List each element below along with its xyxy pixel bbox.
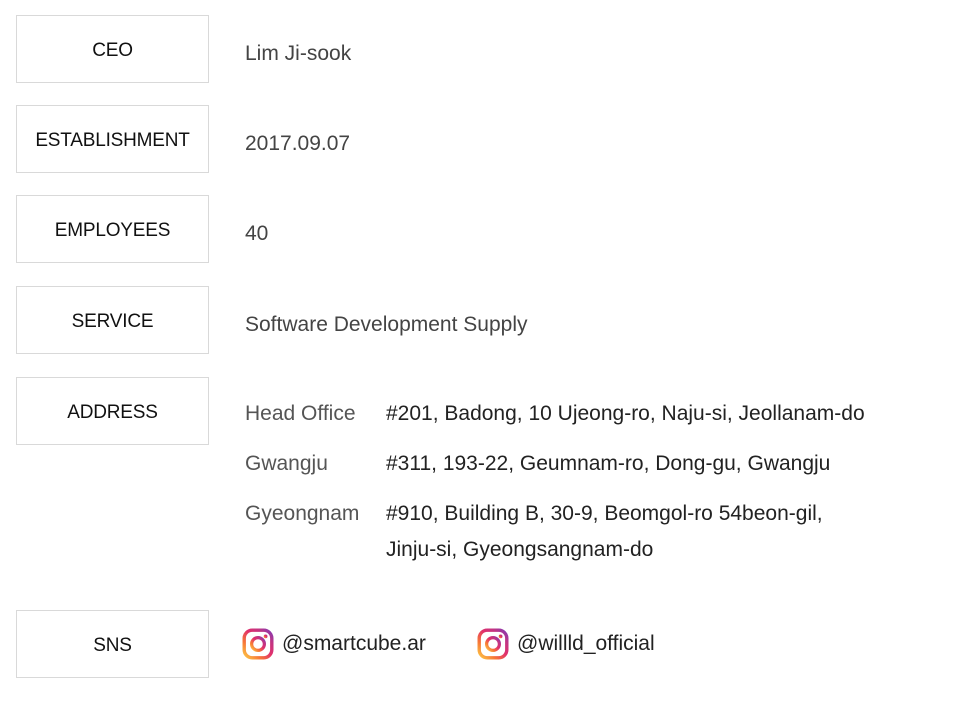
instagram-dot (498, 634, 503, 639)
sns-handle[interactable]: @willld_official (517, 629, 655, 659)
info-row-establishment: ESTABLISHMENT 2017.09.07 (16, 105, 946, 173)
sns-link-willld[interactable]: @willld_official (477, 628, 712, 660)
address-item-head-office: Head Office #201, Badong, 10 Ujeong-ro, … (245, 396, 865, 432)
instagram-lens (250, 636, 267, 653)
address-line: Jinju-si, Gyeongsangnam-do (386, 538, 654, 561)
address-item-gwangju: Gwangju #311, 193-22, Geumnam-ro, Dong-g… (245, 446, 865, 482)
ceo-value: Lim Ji-sook (245, 42, 352, 65)
establishment-label: ESTABLISHMENT (16, 105, 209, 173)
ceo-label: CEO (16, 15, 209, 83)
instagram-dot (263, 634, 268, 639)
info-row-sns: SNS @smartcube.ar @willld_official (16, 610, 946, 678)
info-row-address: ADDRESS Head Office #201, Badong, 10 Uje… (16, 377, 946, 577)
employees-value: 40 (245, 222, 269, 245)
instagram-frame (477, 628, 509, 660)
address-lines: #910, Building B, 30-9, Beomgol-ro 54beo… (386, 496, 823, 568)
address-name: Gwangju (245, 452, 328, 475)
establishment-value: 2017.09.07 (245, 132, 351, 155)
address-lines: #201, Badong, 10 Ujeong-ro, Naju-si, Jeo… (386, 396, 865, 432)
sns-list: @smartcube.ar @willld_official (242, 610, 712, 678)
address-line: #201, Badong, 10 Ujeong-ro, Naju-si, Jeo… (386, 402, 865, 425)
sns-link-smartcube[interactable]: @smartcube.ar (242, 628, 477, 660)
service-value: Software Development Supply (245, 313, 528, 336)
info-row-employees: EMPLOYEES 40 (16, 195, 946, 263)
address-label: ADDRESS (16, 377, 209, 445)
address-line: #311, 193-22, Geumnam-ro, Dong-gu, Gwang… (386, 452, 831, 475)
address-name: Head Office (245, 402, 356, 425)
address-list: Head Office #201, Badong, 10 Ujeong-ro, … (245, 396, 865, 582)
instagram-icon[interactable] (242, 628, 274, 660)
instagram-icon[interactable] (477, 628, 509, 660)
address-name: Gyeongnam (245, 502, 360, 525)
address-item-gyeongnam: Gyeongnam #910, Building B, 30-9, Beomgo… (245, 496, 865, 568)
company-info-table: CEO Lim Ji-sook ESTABLISHMENT 2017.09.07… (0, 0, 964, 704)
sns-handle[interactable]: @smartcube.ar (282, 629, 426, 659)
info-row-ceo: CEO Lim Ji-sook (16, 15, 946, 83)
employees-label: EMPLOYEES (16, 195, 209, 263)
service-label: SERVICE (16, 286, 209, 354)
info-row-service: SERVICE Software Development Supply (16, 286, 946, 354)
address-line: #910, Building B, 30-9, Beomgol-ro 54beo… (386, 502, 823, 525)
instagram-frame (242, 628, 274, 660)
address-lines: #311, 193-22, Geumnam-ro, Dong-gu, Gwang… (386, 446, 830, 482)
instagram-lens (485, 636, 502, 653)
sns-label: SNS (16, 610, 209, 678)
